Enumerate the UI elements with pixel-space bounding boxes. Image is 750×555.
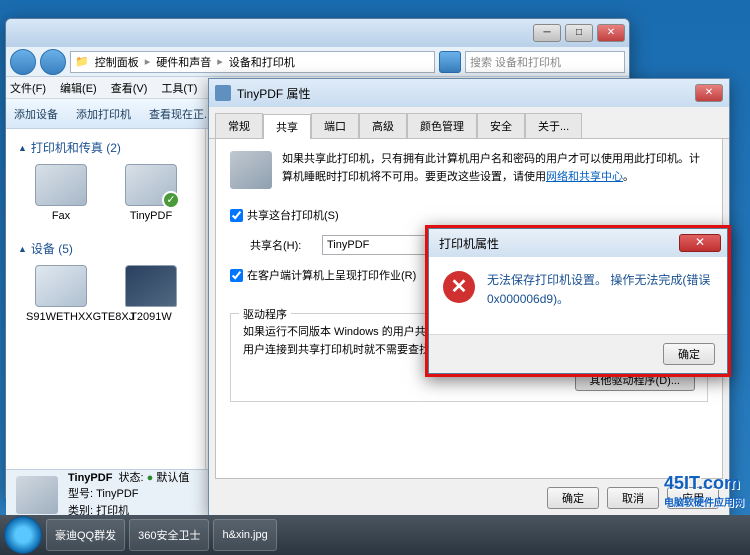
- status-text: TinyPDF 状态: ● 默认值 型号: TinyPDF 类别: 打印机: [68, 470, 189, 520]
- printer-icon: [215, 85, 231, 101]
- tab-sharing[interactable]: 共享: [263, 114, 311, 139]
- props-tabs: 常规 共享 端口 高级 颜色管理 安全 关于...: [209, 107, 729, 139]
- props-close-button[interactable]: ✕: [695, 84, 723, 102]
- folder-icon: 📁: [75, 55, 89, 68]
- view-printing-button[interactable]: 查看现在正...: [149, 106, 213, 122]
- share-description: 如果共享此打印机，只有拥有此计算机用户名和密码的用户才可以使用用此打印机。计算机…: [282, 151, 708, 189]
- printer-icon: ✓: [125, 164, 177, 206]
- props-titlebar: TinyPDF 属性 ✕: [209, 79, 729, 107]
- address-bar: 📁 控制面板▸ 硬件和声音▸ 设备和打印机 搜索 设备和打印机: [6, 47, 629, 77]
- maximize-button[interactable]: □: [565, 24, 593, 42]
- back-button[interactable]: [10, 49, 36, 75]
- device-computer[interactable]: S91WETHXXGTE8XJ: [26, 265, 96, 323]
- network-center-link[interactable]: 网络和共享中心: [546, 171, 623, 183]
- error-title-text: 打印机属性: [439, 235, 499, 252]
- devices-section-header[interactable]: ▲ 设备 (5): [18, 240, 193, 257]
- forward-button[interactable]: [40, 49, 66, 75]
- tab-security[interactable]: 安全: [477, 113, 525, 138]
- explorer-titlebar: ─ □ ✕: [6, 19, 629, 47]
- tab-general[interactable]: 常规: [215, 113, 263, 138]
- error-close-button[interactable]: ✕: [679, 234, 721, 252]
- monitor-icon: [125, 265, 177, 307]
- error-message: 无法保存打印机设置。 操作无法完成(错误 0x000006d9)。: [487, 271, 713, 326]
- share-printer-checkbox[interactable]: 共享这台打印机(S): [230, 207, 339, 223]
- error-body: ✕ 无法保存打印机设置。 操作无法完成(错误 0x000006d9)。: [429, 257, 727, 334]
- menu-tools[interactable]: 工具(T): [161, 80, 197, 96]
- props-cancel-button[interactable]: 取消: [607, 487, 659, 509]
- error-titlebar: 打印机属性 ✕: [429, 229, 727, 257]
- tab-color[interactable]: 颜色管理: [407, 113, 477, 138]
- collapse-icon: ▲: [18, 244, 27, 254]
- device-fax[interactable]: Fax: [26, 164, 96, 222]
- client-render-checkbox[interactable]: 在客户端计算机上呈现打印作业(R): [230, 267, 416, 283]
- taskbar: 豪迪QQ群发 360安全卫士 h&xin.jpg: [0, 515, 750, 555]
- collapse-icon: ▲: [18, 143, 27, 153]
- menu-edit[interactable]: 编辑(E): [60, 80, 97, 96]
- tab-advanced[interactable]: 高级: [359, 113, 407, 138]
- drivers-legend: 驱动程序: [239, 306, 291, 322]
- props-button-row: 确定 取消 应用: [209, 479, 729, 517]
- device-monitor[interactable]: T2091W: [116, 265, 186, 323]
- taskbar-item[interactable]: 豪迪QQ群发: [46, 519, 125, 551]
- menu-file[interactable]: 文件(F): [10, 80, 46, 96]
- props-title-text: TinyPDF 属性: [237, 85, 311, 102]
- close-button[interactable]: ✕: [597, 24, 625, 42]
- computer-icon: [35, 265, 87, 307]
- taskbar-item[interactable]: 360安全卫士: [129, 519, 209, 551]
- crumb[interactable]: 设备和打印机: [229, 54, 295, 70]
- search-placeholder: 搜索 设备和打印机: [470, 54, 561, 70]
- crumb[interactable]: 硬件和声音: [156, 54, 211, 70]
- props-ok-button[interactable]: 确定: [547, 487, 599, 509]
- breadcrumb[interactable]: 📁 控制面板▸ 硬件和声音▸ 设备和打印机: [70, 51, 435, 73]
- tab-ports[interactable]: 端口: [311, 113, 359, 138]
- device-tinypdf[interactable]: ✓ TinyPDF: [116, 164, 186, 222]
- start-button[interactable]: [4, 516, 42, 554]
- search-input[interactable]: 搜索 设备和打印机: [465, 51, 625, 73]
- refresh-button[interactable]: [439, 51, 461, 73]
- minimize-button[interactable]: ─: [533, 24, 561, 42]
- error-dialog: 打印机属性 ✕ ✕ 无法保存打印机设置。 操作无法完成(错误 0x000006d…: [428, 228, 728, 374]
- tab-about[interactable]: 关于...: [525, 113, 582, 138]
- taskbar-item[interactable]: h&xin.jpg: [213, 519, 276, 551]
- printers-section-header[interactable]: ▲ 打印机和传真 (2): [18, 139, 193, 156]
- crumb[interactable]: 控制面板: [95, 54, 139, 70]
- error-ok-button[interactable]: 确定: [663, 343, 715, 365]
- add-printer-button[interactable]: 添加打印机: [76, 106, 131, 122]
- content-pane: ▲ 打印机和传真 (2) Fax ✓ TinyPDF ▲ 设备 (5): [6, 129, 206, 469]
- menu-view[interactable]: 查看(V): [111, 80, 148, 96]
- error-icon: ✕: [443, 271, 475, 303]
- fax-icon: [35, 164, 87, 206]
- share-printer-icon: [230, 151, 272, 189]
- devices-grid: S91WETHXXGTE8XJ T2091W: [26, 265, 193, 323]
- add-device-button[interactable]: 添加设备: [14, 106, 58, 122]
- printers-grid: Fax ✓ TinyPDF: [26, 164, 193, 222]
- default-check-icon: ✓: [162, 191, 180, 209]
- share-name-label: 共享名(H):: [250, 237, 316, 253]
- watermark: 45IT.com 电脑软硬件应用网: [664, 473, 744, 509]
- error-dialog-highlight: 打印机属性 ✕ ✕ 无法保存打印机设置。 操作无法完成(错误 0x000006d…: [425, 225, 731, 377]
- status-printer-icon: [16, 476, 58, 514]
